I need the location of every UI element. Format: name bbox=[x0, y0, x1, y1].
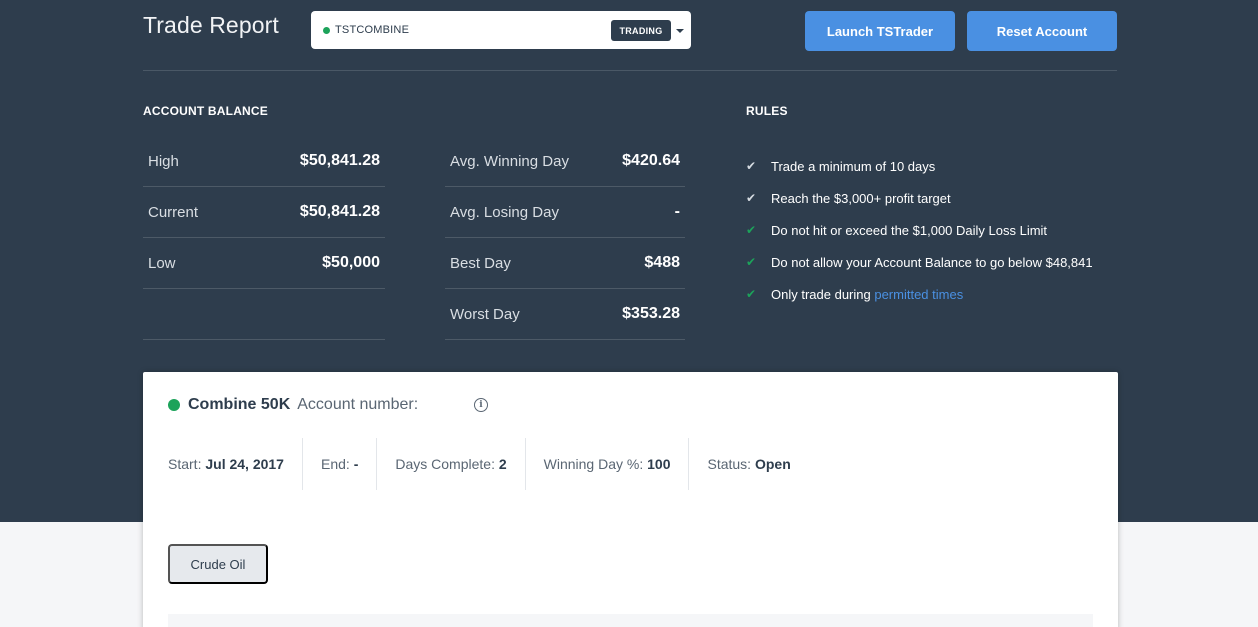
stat-value: $420.64 bbox=[622, 152, 680, 169]
stat-label: Worst Day bbox=[450, 305, 520, 323]
meta-start: Start: Jul 24, 2017 bbox=[168, 438, 303, 490]
meta-value: Open bbox=[754, 456, 791, 472]
stat-value: $488 bbox=[644, 254, 680, 271]
meta-winning-day: Winning Day %: 100 bbox=[526, 438, 690, 490]
meta-value: 100 bbox=[647, 456, 671, 472]
account-status-dot bbox=[168, 399, 180, 411]
stat-value: - bbox=[674, 203, 680, 220]
page-title: Trade Report bbox=[143, 12, 279, 38]
check-icon: ✔ bbox=[746, 159, 757, 173]
card-header: Combine 50K Account number: bbox=[168, 396, 418, 414]
stat-label: Avg. Winning Day bbox=[450, 152, 569, 170]
balance-stats-left: High $50,841.28 Current $50,841.28 Low $… bbox=[143, 136, 385, 340]
account-select-value: TSTCOMBINE bbox=[335, 24, 410, 36]
stat-label: Avg. Losing Day bbox=[450, 203, 559, 221]
stat-label: Best Day bbox=[450, 254, 511, 272]
account-meta-row: Start: Jul 24, 2017 End: - Days Complete… bbox=[168, 438, 809, 490]
rule-text: Reach the $3,000+ profit target bbox=[771, 190, 951, 206]
launch-tstrader-button[interactable]: Launch TSTrader bbox=[805, 11, 955, 51]
stat-label: Low bbox=[148, 254, 176, 272]
stat-value: $50,841.28 bbox=[299, 152, 380, 169]
meta-value: - bbox=[353, 456, 359, 472]
chevron-down-icon[interactable] bbox=[676, 29, 684, 33]
rule-text: Only trade during bbox=[771, 286, 875, 302]
rules-list: ✔ Trade a minimum of 10 days ✔ Reach the… bbox=[746, 150, 1093, 310]
stat-value: $50,000 bbox=[322, 254, 380, 271]
stat-row-empty bbox=[143, 289, 385, 340]
rule-text: Do not hit or exceed the $1,000 Daily Lo… bbox=[771, 222, 1048, 238]
stat-row-worst-day: Worst Day $353.28 bbox=[445, 289, 685, 340]
meta-end: End: - bbox=[303, 438, 378, 490]
stat-row-avg-winning-day: Avg. Winning Day $420.64 bbox=[445, 136, 685, 187]
stat-label: High bbox=[148, 152, 179, 170]
account-status-dot bbox=[323, 26, 330, 34]
card-title: Combine 50K bbox=[188, 396, 291, 413]
rules-heading: RULES bbox=[746, 104, 788, 118]
meta-label: Days Complete: bbox=[395, 456, 495, 472]
info-icon[interactable]: i bbox=[474, 398, 488, 412]
meta-value: 2 bbox=[498, 456, 507, 472]
account-balance-heading: ACCOUNT BALANCE bbox=[143, 104, 268, 118]
stat-row-best-day: Best Day $488 bbox=[445, 238, 685, 289]
meta-label: Status: bbox=[707, 456, 752, 472]
stat-row-current: Current $50,841.28 bbox=[143, 187, 385, 238]
stat-row-avg-losing-day: Avg. Losing Day - bbox=[445, 187, 685, 238]
rule-item: ✔ Do not hit or exceed the $1,000 Daily … bbox=[746, 214, 1093, 246]
trading-badge: TRADING bbox=[611, 20, 671, 41]
tab-crude-oil[interactable]: Crude Oil bbox=[168, 544, 268, 584]
permitted-times-link[interactable]: permitted times bbox=[874, 287, 963, 302]
meta-days-complete: Days Complete: 2 bbox=[377, 438, 526, 490]
stat-value: $353.28 bbox=[622, 305, 680, 322]
card-content-strip bbox=[168, 614, 1093, 627]
meta-status: Status: Open bbox=[689, 438, 808, 490]
rule-item: ✔ Trade a minimum of 10 days bbox=[746, 150, 1093, 182]
check-icon: ✔ bbox=[746, 223, 757, 237]
rule-item: ✔ Only trade during permitted times bbox=[746, 278, 1093, 310]
check-icon: ✔ bbox=[746, 287, 757, 301]
rule-text: Do not allow your Account Balance to go … bbox=[771, 254, 1093, 270]
account-number-label: Account number: bbox=[297, 396, 419, 413]
rule-text: Trade a minimum of 10 days bbox=[771, 158, 936, 174]
combine-account-card: Combine 50K Account number: i Start: Jul… bbox=[143, 372, 1118, 627]
rule-item: ✔ Do not allow your Account Balance to g… bbox=[746, 246, 1093, 278]
header-divider bbox=[143, 70, 1117, 71]
stat-label: Current bbox=[148, 203, 199, 221]
stat-row-high: High $50,841.28 bbox=[143, 136, 385, 187]
check-icon: ✔ bbox=[746, 255, 757, 269]
check-icon: ✔ bbox=[746, 191, 757, 205]
account-select[interactable]: TSTCOMBINE TRADING bbox=[311, 11, 691, 49]
meta-label: Start: bbox=[168, 456, 202, 472]
stat-row-low: Low $50,000 bbox=[143, 238, 385, 289]
stat-value: $50,841.28 bbox=[299, 203, 380, 220]
reset-account-button[interactable]: Reset Account bbox=[967, 11, 1117, 51]
meta-label: Winning Day %: bbox=[543, 456, 644, 472]
rule-item: ✔ Reach the $3,000+ profit target bbox=[746, 182, 1093, 214]
balance-stats-right: Avg. Winning Day $420.64 Avg. Losing Day… bbox=[445, 136, 685, 340]
meta-value: Jul 24, 2017 bbox=[205, 456, 284, 472]
meta-label: End: bbox=[320, 456, 350, 472]
